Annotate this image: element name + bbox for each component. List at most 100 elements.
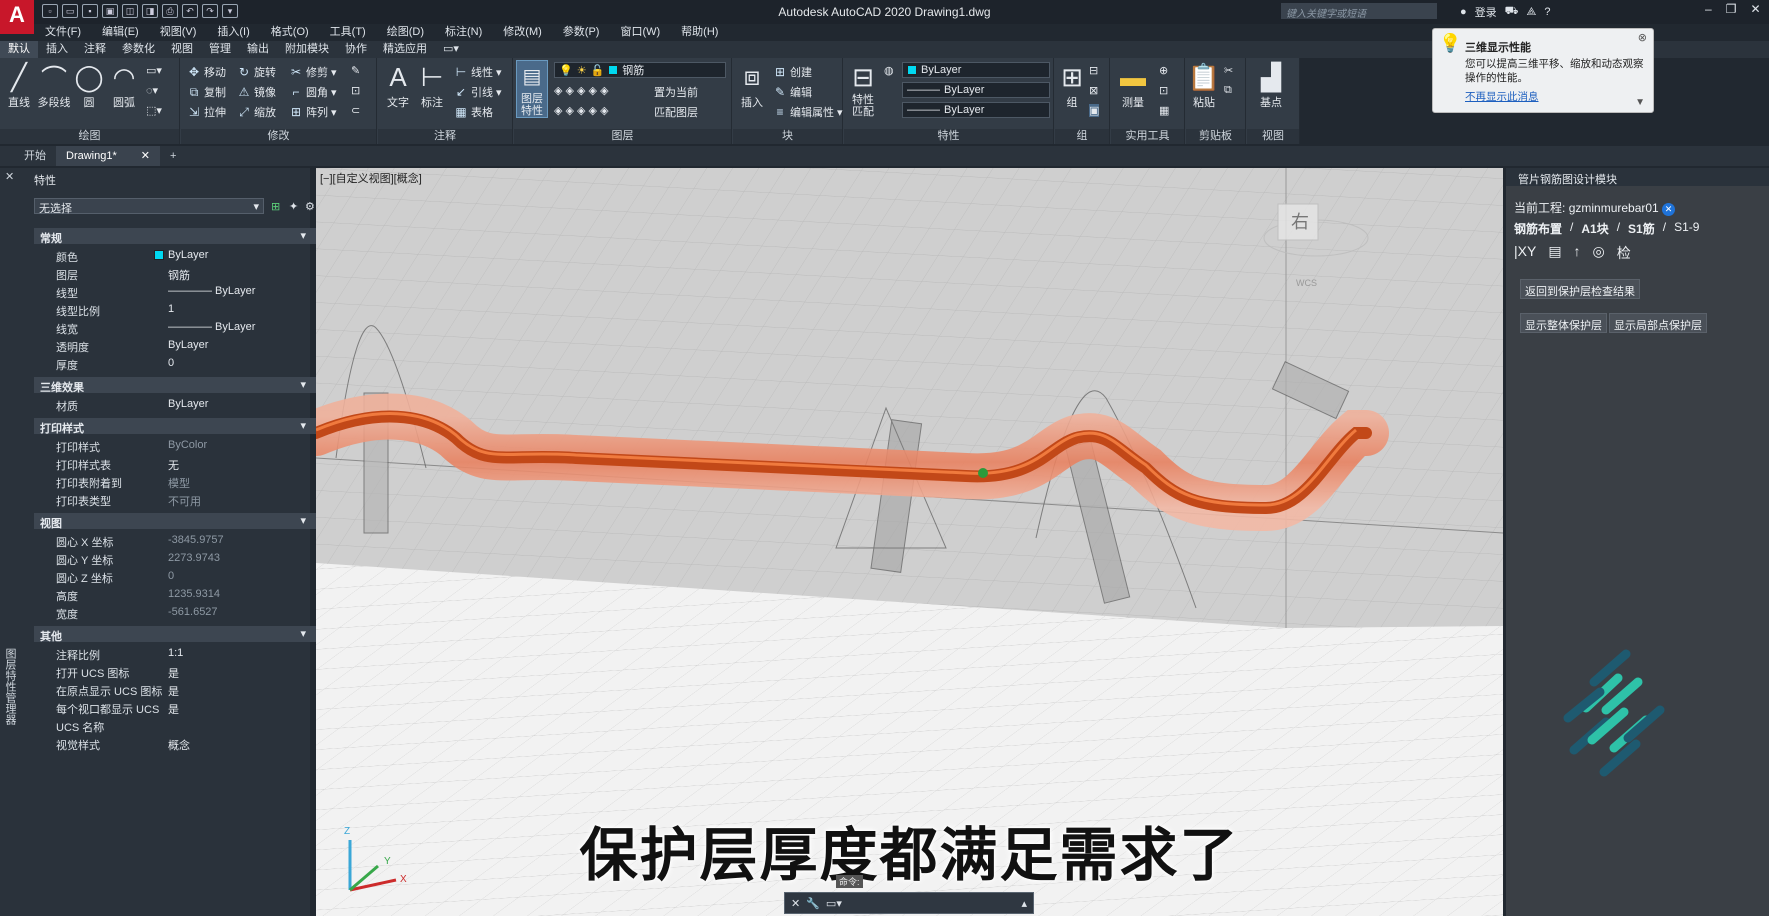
property-row[interactable]: 打印样式 ByColor bbox=[34, 437, 324, 454]
search-input[interactable]: 键入关键字或短语 bbox=[1281, 3, 1437, 20]
calculator-icon[interactable]: ▦ bbox=[1159, 104, 1169, 117]
property-row[interactable]: 打印样式表 无 bbox=[34, 455, 324, 472]
arc-button[interactable]: ◠ 圆弧 bbox=[106, 62, 142, 110]
tip-expand-icon[interactable]: ▼ bbox=[1635, 97, 1645, 108]
table-button[interactable]: ▦ 表格 bbox=[454, 104, 493, 120]
linetype-dropdown[interactable]: ——— ByLayer bbox=[902, 82, 1050, 98]
breadcrumb-bar[interactable]: S1筋 bbox=[1628, 220, 1655, 237]
cmd-recent-icon[interactable]: ▭▾ bbox=[826, 897, 842, 910]
leader-button[interactable]: ↙ 引线 ▾ bbox=[454, 84, 502, 100]
base-point-button[interactable]: ▟ 基点 bbox=[1251, 62, 1291, 110]
copy-clip-icon[interactable]: ⧉ bbox=[1224, 84, 1232, 97]
layer-properties-button[interactable]: ▤ 图层特性 bbox=[516, 60, 548, 118]
match-layer-button[interactable]: 匹配图层 bbox=[654, 104, 698, 120]
hatch-icon[interactable]: ◌▾ bbox=[146, 84, 158, 97]
insert-button[interactable]: ⧈ 插入 bbox=[735, 61, 769, 110]
panel-properties-label[interactable]: 特性 bbox=[844, 129, 1053, 144]
menu-insert[interactable]: 插入(I) bbox=[206, 24, 259, 41]
menu-file[interactable]: 文件(F) bbox=[34, 24, 91, 41]
inspect-icon[interactable]: ◎ bbox=[1593, 243, 1605, 263]
section-header[interactable]: 三维效果 bbox=[34, 377, 324, 394]
panel-utilities-label[interactable]: 实用工具 bbox=[1111, 129, 1184, 144]
tab-featured-apps[interactable]: 精选应用 bbox=[375, 41, 435, 58]
property-row[interactable]: 高度 1235.9314 bbox=[34, 586, 324, 603]
select-objects-icon[interactable]: ✦ bbox=[289, 200, 298, 213]
breadcrumb-item[interactable]: S1-9 bbox=[1674, 220, 1699, 237]
menu-view[interactable]: 视图(V) bbox=[149, 24, 207, 41]
tab-collaborate[interactable]: 协作 bbox=[337, 41, 375, 58]
command-line[interactable]: ✕ 🔧 ▭▾ ▴ bbox=[784, 892, 1034, 914]
share-icon[interactable]: ⟁ bbox=[1527, 6, 1537, 19]
panel-groups-label[interactable]: 组 bbox=[1055, 129, 1109, 144]
linear-button[interactable]: ⊢ 线性 ▾ bbox=[454, 64, 502, 80]
selection-dropdown[interactable]: 无选择 ▾ bbox=[34, 198, 264, 215]
match-properties-button[interactable]: ⊟ 特性匹配 bbox=[846, 62, 880, 119]
property-row[interactable]: 在原点显示 UCS 图标是 bbox=[34, 681, 324, 698]
polyline-button[interactable]: ⌒ 多段线 bbox=[36, 62, 72, 110]
fillet-button[interactable]: ⌐ 圆角 ▾ bbox=[289, 84, 336, 100]
menu-help[interactable]: 帮助(H) bbox=[670, 24, 728, 41]
help-icon[interactable]: ? bbox=[1544, 6, 1550, 18]
strip-close-icon[interactable]: ✕ bbox=[5, 170, 14, 183]
doc-tab-close-icon[interactable]: ✕ bbox=[141, 146, 150, 166]
array-button[interactable]: ⊞ 阵列 ▾ bbox=[289, 104, 337, 120]
set-current-button[interactable]: 置为当前 bbox=[654, 84, 698, 100]
group-edit-icon[interactable]: ⊠ bbox=[1089, 84, 1098, 97]
paste-button[interactable]: 📋 粘贴 bbox=[1188, 62, 1220, 110]
panel-annotation-label[interactable]: 注释 bbox=[378, 129, 512, 144]
tip-close-icon[interactable]: ⊗ bbox=[1638, 31, 1647, 44]
menu-modify[interactable]: 修改(M) bbox=[492, 24, 552, 41]
section-header[interactable]: 其他 bbox=[34, 626, 324, 643]
explode-icon[interactable]: ⊡ bbox=[351, 84, 360, 97]
layer-tools-row1[interactable]: ◈ ◈ ◈ ◈ ◈ bbox=[554, 84, 609, 97]
trim-button[interactable]: ✂ 修剪 ▾ bbox=[289, 64, 337, 80]
cart-icon[interactable]: ⛟ bbox=[1505, 5, 1519, 19]
ungroup-icon[interactable]: ⊟ bbox=[1089, 64, 1098, 77]
tab-default[interactable]: 默认 bbox=[0, 41, 38, 58]
up-arrow-icon[interactable]: ↑ bbox=[1574, 243, 1581, 263]
login-link[interactable]: 登录 bbox=[1475, 4, 1497, 20]
cmd-close-icon[interactable]: ✕ bbox=[791, 897, 800, 910]
close-icon[interactable]: ✕ bbox=[1750, 2, 1760, 16]
group-select-icon[interactable]: ▣ bbox=[1089, 104, 1100, 117]
property-row[interactable]: 线型 ———— ByLayer bbox=[34, 283, 324, 300]
quick-select-icon[interactable]: ⚙ bbox=[305, 200, 315, 213]
tab-addins[interactable]: 附加模块 bbox=[277, 41, 337, 58]
toggle-pickadd-icon[interactable]: ⊞ bbox=[271, 200, 280, 213]
menu-edit[interactable]: 编辑(E) bbox=[91, 24, 149, 41]
property-row[interactable]: 透明度 ByLayer bbox=[34, 337, 324, 354]
breadcrumb-layout[interactable]: 钢筋布置 bbox=[1514, 220, 1562, 237]
move-button[interactable]: ✥ 移动 bbox=[187, 64, 226, 80]
property-row[interactable]: 厚度 0 bbox=[34, 355, 324, 372]
property-row[interactable]: 圆心 Z 坐标 0 bbox=[34, 568, 324, 585]
create-block-button[interactable]: ⊞ 创建 bbox=[773, 64, 812, 80]
cube-view-icon[interactable]: ▤ bbox=[1548, 243, 1561, 263]
offset-icon[interactable]: ⊂ bbox=[351, 104, 360, 117]
section-header[interactable]: 打印样式 bbox=[34, 418, 324, 435]
erase-icon[interactable]: ✎ bbox=[351, 64, 360, 77]
panel-block-label[interactable]: 块 bbox=[733, 129, 842, 144]
property-row[interactable]: 打印表附着到 模型 bbox=[34, 473, 324, 490]
close-project-icon[interactable]: ✕ bbox=[1662, 203, 1676, 216]
panel-modify-label[interactable]: 修改 bbox=[181, 129, 376, 144]
drawing-viewport[interactable]: [−][自定义视图][概念] 右 WCS Z Y X 保护层厚度都满足需求了 命… bbox=[316, 168, 1503, 916]
return-cover-check-button[interactable]: 返回到保护层检查结果 bbox=[1520, 279, 1640, 299]
tab-insert[interactable]: 插入 bbox=[38, 41, 76, 58]
property-row[interactable]: 材质 ByLayer bbox=[34, 396, 324, 413]
group-button[interactable]: ⊞ 组 bbox=[1057, 62, 1087, 110]
boundary-icon[interactable]: ⬚▾ bbox=[146, 104, 162, 117]
panel-clipboard-label[interactable]: 剪贴板 bbox=[1186, 129, 1245, 144]
tab-parametric[interactable]: 参数化 bbox=[114, 41, 163, 58]
tab-manage[interactable]: 管理 bbox=[201, 41, 239, 58]
menu-tools[interactable]: 工具(T) bbox=[319, 24, 376, 41]
tab-view[interactable]: 视图 bbox=[163, 41, 201, 58]
text-button[interactable]: A 文字 bbox=[382, 62, 414, 110]
new-tab-icon[interactable]: + bbox=[160, 146, 186, 166]
rectangle-icon[interactable]: ▭▾ bbox=[146, 64, 162, 77]
menu-parametric[interactable]: 参数(P) bbox=[552, 24, 610, 41]
viewport-controls-label[interactable]: [−][自定义视图][概念] bbox=[320, 170, 422, 186]
panel-view-label[interactable]: 视图 bbox=[1247, 129, 1299, 144]
tab-output[interactable]: 输出 bbox=[239, 41, 277, 58]
restore-icon[interactable]: ❐ bbox=[1726, 2, 1737, 16]
edit-attr-button[interactable]: ≡ 编辑属性 ▾ bbox=[773, 104, 842, 120]
